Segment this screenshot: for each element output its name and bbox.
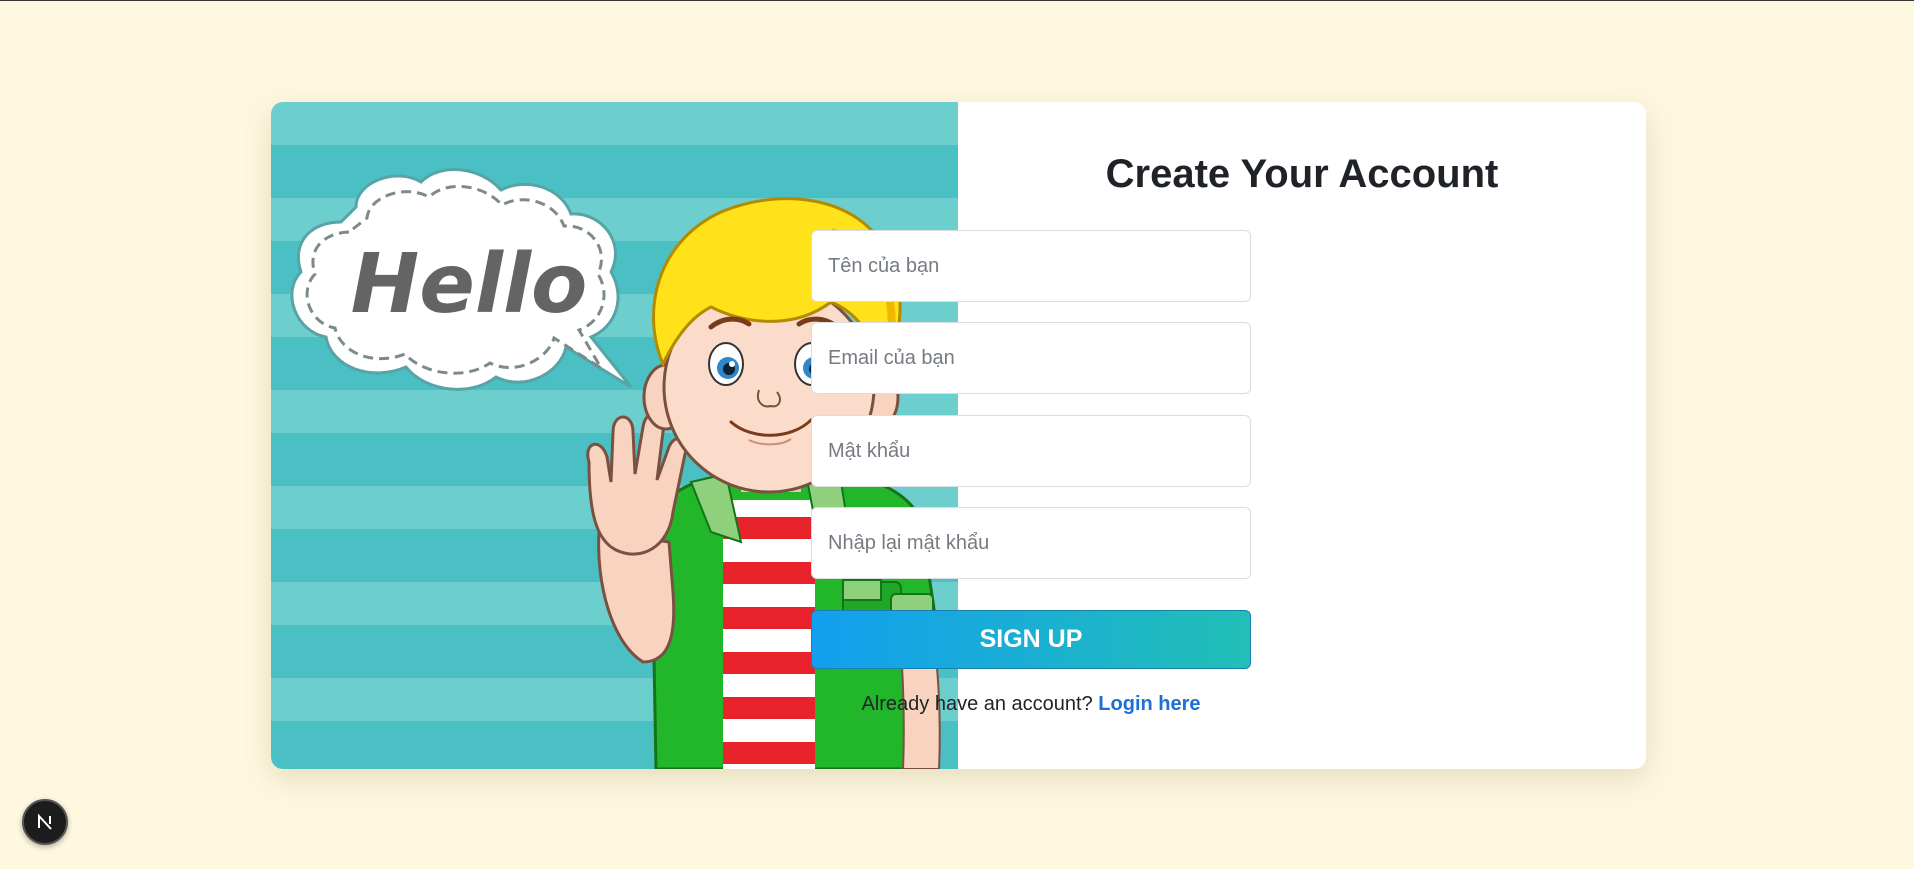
login-prompt-text: Already have an account? [861, 693, 1093, 715]
login-link[interactable]: Login here [1098, 693, 1200, 715]
hello-greeting-text: Hello [351, 237, 588, 332]
confirm-password-field[interactable] [811, 507, 1251, 579]
page-title: Create Your Account [1105, 152, 1499, 196]
signup-button[interactable]: SIGN UP [811, 610, 1251, 669]
nextjs-logo-icon[interactable] [22, 799, 68, 845]
n-letter-icon [38, 813, 52, 830]
name-field[interactable] [811, 230, 1251, 302]
email-field[interactable] [811, 322, 1251, 394]
speech-bubble: Hello [290, 168, 633, 391]
login-prompt: Already have an account? Login here [811, 693, 1251, 716]
top-border [0, 0, 1914, 1]
password-field[interactable] [811, 415, 1251, 487]
